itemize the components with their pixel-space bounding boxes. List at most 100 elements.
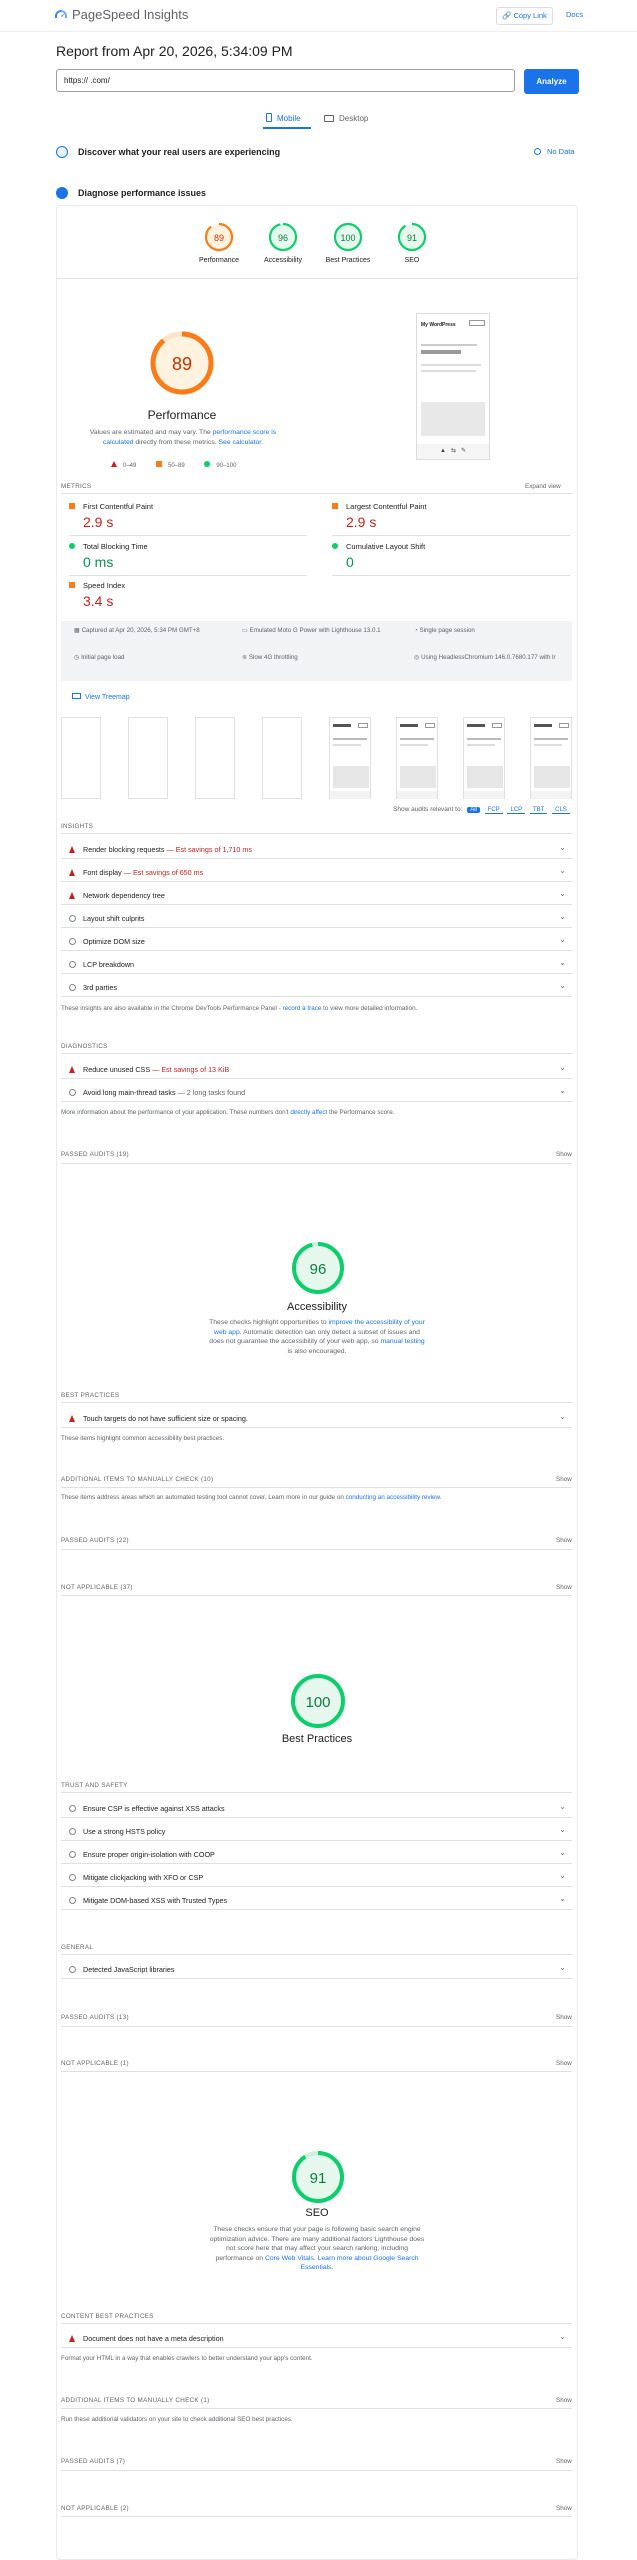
audit-row[interactable]: Document does not have a meta descriptio…	[61, 2328, 572, 2348]
audit-savings: — 2 long tasks found	[177, 1088, 246, 1097]
audit-row[interactable]: Network dependency tree ⌄	[61, 885, 572, 905]
filter-all[interactable]: All	[467, 807, 480, 813]
audit-row[interactable]: Avoid long main-thread tasks — 2 long ta…	[61, 1082, 572, 1102]
seo-manual-note: Run these additional validators on your …	[61, 2416, 293, 2423]
audit-title: Ensure CSP is effective against XSS atta…	[83, 1804, 225, 1813]
frame-block	[467, 766, 503, 788]
bp-not-applicable[interactable]: NOT APPLICABLE (1)	[61, 2060, 129, 2067]
record-trace-link[interactable]: record a trace	[283, 1005, 322, 1012]
seo-passed-audits[interactable]: PASSED AUDITS (7)	[61, 2458, 125, 2465]
gauge-score: 100	[340, 233, 355, 243]
audit-row[interactable]: Touch targets do not have sufficient siz…	[61, 1408, 572, 1428]
screenshot-line	[421, 344, 477, 346]
audit-title: LCP breakdown	[83, 960, 134, 969]
audit-row[interactable]: Ensure proper origin-isolation with COOP…	[61, 1844, 572, 1864]
diagnostics-label: DIAGNOSTICS	[61, 1043, 108, 1050]
a11y-manual-note-text2: .	[439, 1494, 442, 1501]
calculator-link[interactable]: See calculator.	[219, 439, 264, 446]
show-button[interactable]: Show	[556, 2458, 572, 2465]
performance-title: Performance	[147, 408, 217, 422]
audit-row[interactable]: Ensure CSP is effective against XSS atta…	[61, 1798, 572, 1818]
metric-value: 2.9 s	[83, 514, 114, 530]
a11y-manual-check[interactable]: ADDITIONAL ITEMS TO MANUALLY CHECK (10)	[61, 1476, 213, 1483]
gauge-performance[interactable]: 89 Performance	[189, 219, 249, 269]
tab-desktop[interactable]: Desktop	[324, 113, 368, 129]
frame-line	[400, 744, 428, 746]
filter-cls[interactable]: CLS	[552, 807, 570, 814]
audit-row[interactable]: Mitigate clickjacking with XFO or CSP ⌄	[61, 1867, 572, 1887]
a11y-passed-audits[interactable]: PASSED AUDITS (22)	[61, 1537, 129, 1544]
filmstrip-frame	[329, 717, 371, 799]
gauge-best-practices[interactable]: 100 Best Practices	[318, 219, 378, 269]
audit-row[interactable]: 3rd parties ⌄	[61, 977, 572, 997]
metric-pass-icon	[332, 543, 338, 549]
search-essentials-link[interactable]: Learn more about Google Search Essential…	[301, 2255, 419, 2272]
seo-score-gauge: 91	[292, 2151, 344, 2203]
filter-lcp[interactable]: LCP	[507, 807, 526, 814]
a11y-bp-note: These items highlight common accessibili…	[61, 1435, 225, 1442]
copy-link-button[interactable]: 🔗 Copy Link	[496, 7, 553, 25]
brand-name[interactable]: PageSpeed Insights	[72, 7, 188, 22]
audit-row[interactable]: Font display — Est savings of 650 ms ⌄	[61, 862, 572, 882]
view-treemap-label: View Treemap	[85, 694, 130, 701]
diagnostics-note: More information about the performance o…	[61, 1109, 395, 1116]
show-button[interactable]: Show	[556, 1584, 572, 1591]
a11y-review-link[interactable]: conducting an accessibility review	[346, 1494, 440, 1501]
filmstrip-frame	[530, 717, 572, 799]
show-button[interactable]: Show	[556, 2397, 572, 2404]
audit-row[interactable]: Detected JavaScript libraries ⌄	[61, 1959, 572, 1979]
chevron-down-icon: ⌄	[559, 1894, 566, 1903]
chevron-down-icon: ⌄	[559, 935, 566, 944]
audit-title-text: Layout shift culprits	[83, 914, 145, 923]
content-best-practices-label: CONTENT BEST PRACTICES	[61, 2313, 154, 2320]
frame-line	[358, 723, 368, 728]
seo-manual-check[interactable]: ADDITIONAL ITEMS TO MANUALLY CHECK (1)	[61, 2397, 210, 2404]
bp-passed-audits[interactable]: PASSED AUDITS (13)	[61, 2014, 129, 2021]
a11y-not-applicable[interactable]: NOT APPLICABLE (37)	[61, 1584, 133, 1591]
audit-row[interactable]: Layout shift culprits ⌄	[61, 908, 572, 928]
audit-row[interactable]: LCP breakdown ⌄	[61, 954, 572, 974]
real-users-heading[interactable]: Discover what your real users are experi…	[78, 147, 280, 157]
metric-pass-icon	[69, 543, 75, 549]
docs-link[interactable]: Docs	[561, 7, 588, 25]
seo-description: These checks ensure that your page is fo…	[206, 2225, 428, 2273]
audit-title-text: Mitigate DOM-based XSS with Trusted Type…	[83, 1896, 228, 1905]
frame-block	[534, 766, 570, 788]
filter-tbt[interactable]: TBT	[529, 807, 548, 814]
gauge-accessibility[interactable]: 96 Accessibility	[253, 219, 313, 269]
info-circle-icon	[69, 1851, 76, 1858]
seo-not-applicable[interactable]: NOT APPLICABLE (2)	[61, 2505, 129, 2512]
audit-row[interactable]: Use a strong HSTS policy ⌄	[61, 1821, 572, 1841]
audit-row[interactable]: Reduce unused CSS — Est savings of 13 Ki…	[61, 1059, 572, 1079]
audit-row[interactable]: Optimize DOM size ⌄	[61, 931, 572, 951]
frame-toolbar	[531, 791, 571, 799]
frame-line	[400, 724, 418, 727]
view-treemap-button[interactable]: View Treemap	[72, 693, 130, 701]
gauge-score: 89	[214, 233, 224, 243]
show-button[interactable]: Show	[556, 2014, 572, 2021]
audit-row[interactable]: Mitigate DOM-based XSS with Trusted Type…	[61, 1890, 572, 1910]
show-button[interactable]: Show	[556, 1151, 572, 1158]
core-web-vitals-link[interactable]: Core Web Vitals	[265, 2255, 314, 2262]
gauge-seo[interactable]: 91 SEO	[382, 219, 442, 269]
manual-testing-link[interactable]: manual testing	[380, 1338, 424, 1345]
show-button[interactable]: Show	[556, 1537, 572, 1544]
url-input[interactable]: https:// .com/	[56, 69, 515, 92]
expand-view-button[interactable]: Expand view	[525, 483, 561, 490]
audit-title-text: Network dependency tree	[83, 891, 165, 900]
insights-note-text1: These insights are also available in the…	[61, 1005, 283, 1012]
filter-fcp[interactable]: FCP	[484, 807, 503, 814]
filmstrip-frame	[396, 717, 438, 799]
analyze-button[interactable]: Analyze	[524, 69, 579, 94]
show-button[interactable]: Show	[556, 2060, 572, 2067]
audit-row[interactable]: Render blocking requests — Est savings o…	[61, 839, 572, 859]
frame-line	[534, 738, 568, 740]
show-button[interactable]: Show	[556, 2505, 572, 2512]
insights-note-text2: to view more detailed information.	[321, 1005, 418, 1012]
directly-affect-link[interactable]: directly affect	[290, 1109, 327, 1116]
passed-audits-performance[interactable]: PASSED AUDITS (19)	[61, 1151, 129, 1158]
performance-score-gauge: 89	[150, 331, 214, 395]
show-button[interactable]: Show	[556, 1476, 572, 1483]
score-gauge-icon: 91	[397, 222, 427, 252]
info-circle-icon	[69, 1897, 76, 1904]
